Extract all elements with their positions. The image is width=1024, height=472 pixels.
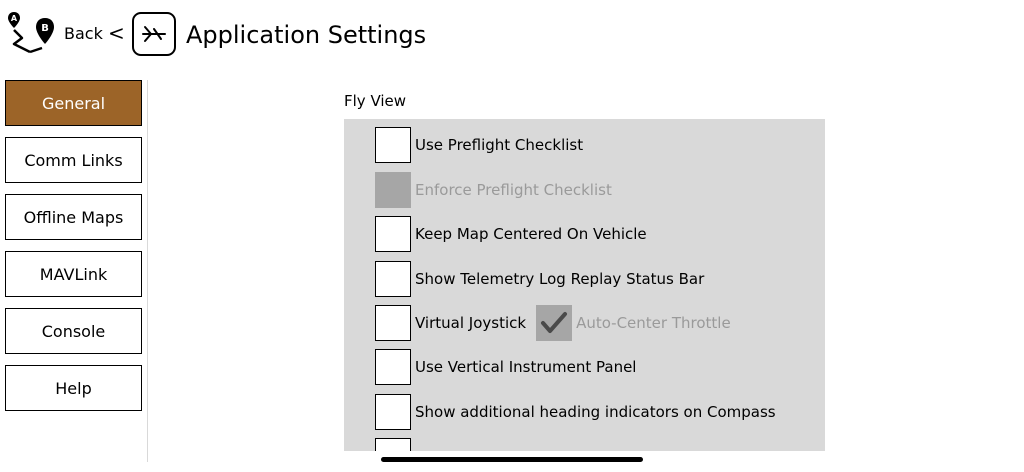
svg-text:B: B — [41, 23, 49, 34]
sidebar-item-label: Help — [55, 378, 92, 398]
checkbox-disabled — [375, 172, 411, 208]
option-label: Show additional heading indicators on Co… — [415, 403, 776, 421]
sidebar-item-label: Offline Maps — [23, 207, 124, 227]
option-use-preflight-checklist[interactable]: Use Preflight Checklist — [375, 127, 583, 163]
sidebar-item-offline-maps[interactable]: Offline Maps — [5, 194, 142, 240]
option-auto-center-throttle: Auto-Center Throttle — [536, 305, 731, 341]
option-label: Enforce Preflight Checklist — [415, 181, 612, 199]
option-label: Virtual Joystick — [415, 314, 527, 332]
home-indicator-bar[interactable] — [381, 457, 643, 462]
option-keep-map-centered[interactable]: Keep Map Centered On Vehicle — [375, 216, 647, 252]
app-settings-icon — [132, 12, 176, 56]
section-title-fly-view: Fly View — [344, 92, 407, 110]
checkbox-checked-disabled — [536, 305, 573, 341]
sidebar-item-label: General — [41, 93, 106, 113]
back-button[interactable]: Back — [64, 23, 103, 45]
chevron-left-icon[interactable]: < — [108, 21, 125, 45]
option-partially-visible[interactable] — [375, 438, 415, 451]
sidebar-item-mavlink[interactable]: MAVLink — [5, 251, 142, 297]
checkbox[interactable] — [375, 394, 411, 430]
checkbox[interactable] — [375, 305, 411, 341]
option-telemetry-log-replay-status-bar[interactable]: Show Telemetry Log Replay Status Bar — [375, 261, 704, 297]
checkbox[interactable] — [375, 216, 411, 252]
option-label: Keep Map Centered On Vehicle — [415, 225, 647, 243]
checkmark-icon — [541, 312, 568, 333]
option-label: Show Telemetry Log Replay Status Bar — [415, 270, 705, 288]
option-vertical-instrument-panel[interactable]: Use Vertical Instrument Panel — [375, 349, 636, 385]
sidebar-item-label: Comm Links — [24, 150, 123, 170]
checkbox[interactable] — [375, 438, 411, 451]
route-a-to-b-icon[interactable]: A B — [8, 10, 58, 60]
sidebar-divider — [147, 80, 148, 462]
page-title: Application Settings — [186, 21, 427, 49]
option-label: Auto-Center Throttle — [576, 314, 731, 332]
sidebar-item-console[interactable]: Console — [5, 308, 142, 354]
fly-view-settings-panel[interactable]: Use Preflight Checklist Enforce Prefligh… — [344, 119, 825, 451]
sidebar-item-label: Console — [41, 321, 106, 341]
sidebar-item-general[interactable]: General — [5, 80, 142, 126]
checkbox[interactable] — [375, 127, 411, 163]
option-label: Use Vertical Instrument Panel — [415, 358, 637, 376]
sidebar-item-help[interactable]: Help — [5, 365, 142, 411]
header: A B Back < Application Settings — [0, 0, 1024, 72]
checkbox[interactable] — [375, 261, 411, 297]
option-enforce-preflight-checklist: Enforce Preflight Checklist — [375, 172, 612, 208]
svg-text:A: A — [11, 14, 18, 23]
sidebar-item-label: MAVLink — [39, 264, 108, 284]
sidebar-item-comm-links[interactable]: Comm Links — [5, 137, 142, 183]
app-window: A B Back < Application Settings General — [0, 0, 1024, 472]
option-label: Use Preflight Checklist — [415, 136, 584, 154]
checkbox[interactable] — [375, 349, 411, 385]
option-virtual-joystick[interactable]: Virtual Joystick Auto-Center Throttle — [375, 305, 731, 341]
option-additional-heading-indicators[interactable]: Show additional heading indicators on Co… — [375, 394, 776, 430]
sidebar: General Comm Links Offline Maps MAVLink … — [0, 72, 148, 472]
